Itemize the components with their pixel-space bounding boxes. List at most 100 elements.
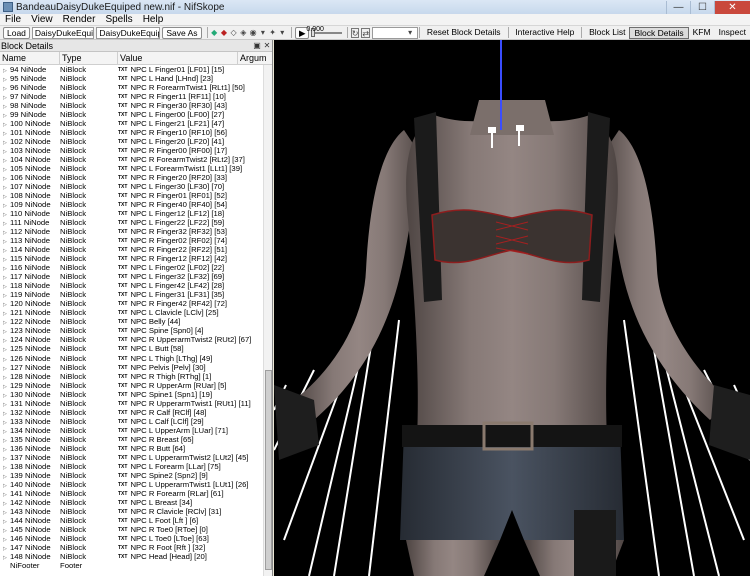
close-button[interactable]: ✕ [714,0,750,14]
vertical-scrollbar[interactable] [263,65,272,576]
expand-arrow-icon[interactable]: ▷ [3,437,10,444]
reset-block-details-button[interactable]: Reset Block Details [423,27,505,39]
expand-arrow-icon[interactable]: ▷ [3,229,10,236]
view-user-icon[interactable]: ◉ [249,28,257,38]
maximize-button[interactable]: ☐ [690,0,714,14]
expand-arrow-icon[interactable]: ▷ [3,193,10,200]
expand-arrow-icon[interactable]: ▷ [3,319,10,326]
table-row[interactable]: ▷ 94 NiNode NiBlock TXT NPC L Finger01 [LF01… [0,65,263,74]
table-row[interactable]: ▷ 99 NiNode NiBlock TXT NPC L Finger00 [LF00… [0,110,263,119]
view-top-icon[interactable]: ◆ [220,28,228,38]
table-row[interactable]: ▷ 129 NiNode NiBlock TXT NPC R UpperArm [RUa… [0,381,263,390]
table-row[interactable]: ▷ 125 NiNode NiBlock TXT NPC L Butt [58] [0,344,263,353]
expand-arrow-icon[interactable]: ▷ [3,67,10,74]
table-row[interactable]: ▷ 143 NiNode NiBlock TXT NPC R Clavicle [RCl… [0,507,263,516]
kfm-button[interactable]: KFM [689,27,715,39]
table-row[interactable]: ▷ 115 NiNode NiBlock TXT NPC R Finger12 [RF1… [0,254,263,263]
table-row[interactable]: ▷ 112 NiNode NiBlock TXT NPC R Finger32 [RF3… [0,227,263,236]
expand-arrow-icon[interactable]: ▷ [3,518,10,525]
table-row[interactable]: ▷ 146 NiNode NiBlock TXT NPC L Toe0 [LToe] [… [0,534,263,543]
menu-spells[interactable]: Spells [100,14,137,25]
expand-arrow-icon[interactable]: ▷ [3,247,10,254]
table-row[interactable]: ▷ 139 NiNode NiBlock TXT NPC Spine2 [Spn2] [… [0,471,263,480]
expand-arrow-icon[interactable]: ▷ [3,265,10,272]
expand-arrow-icon[interactable]: ▷ [3,365,10,372]
expand-arrow-icon[interactable]: ▷ [3,202,10,209]
table-row[interactable]: ▷ 101 NiNode NiBlock TXT NPC R Finger10 [RF1… [0,128,263,137]
expand-arrow-icon[interactable]: ▷ [3,256,10,263]
expand-arrow-icon[interactable]: ▷ [3,103,10,110]
table-row[interactable]: ▷ 113 NiNode NiBlock TXT NPC R Finger02 [RF0… [0,236,263,245]
table-row[interactable]: ▷ 98 NiNode NiBlock TXT NPC R Finger30 [RF30… [0,101,263,110]
column-header-value[interactable]: Value [118,52,238,64]
expand-arrow-icon[interactable]: ▷ [3,283,10,290]
table-row[interactable]: ▷ 147 NiNode NiBlock TXT NPC R Foot [Rft ] [… [0,543,263,552]
column-header-argument[interactable]: Argum [238,52,272,64]
table-row[interactable]: ▷ 103 NiNode NiBlock TXT NPC R Finger00 [RF0… [0,146,263,155]
expand-arrow-icon[interactable]: ▷ [3,184,10,191]
table-row[interactable]: ▷ 104 NiNode NiBlock TXT NPC R ForearmTwist2… [0,155,263,164]
expand-arrow-icon[interactable]: ▷ [3,509,10,516]
table-row[interactable]: ▷ 141 NiNode NiBlock TXT NPC R Forearm [RLar… [0,489,263,498]
load-file-field[interactable]: DaisyDukeEquiped new.nif [31,26,95,39]
expand-arrow-icon[interactable]: ▷ [3,310,10,317]
expand-arrow-icon[interactable]: ▷ [3,383,10,390]
table-row[interactable]: ▷ 96 NiNode NiBlock TXT NPC R ForearmTwist1 … [0,83,263,92]
table-row[interactable]: ▷ 137 NiNode NiBlock TXT NPC L UpperarmTwist… [0,453,263,462]
view-side-icon[interactable]: ◈ [240,28,248,38]
table-row[interactable]: ▷ 124 NiNode NiBlock TXT NPC R UpperarmTwist… [0,335,263,344]
expand-arrow-icon[interactable]: ▷ [3,76,10,83]
table-row[interactable]: ▷ 109 NiNode NiBlock TXT NPC R Finger40 [RF4… [0,200,263,209]
table-row[interactable]: ▷ 145 NiNode NiBlock TXT NPC R Toe0 [RToe] [… [0,525,263,534]
block-list-button[interactable]: Block List [585,27,629,39]
expand-arrow-icon[interactable]: ▷ [3,328,10,335]
expand-arrow-icon[interactable]: ▷ [3,482,10,489]
save-file-field[interactable]: DaisyDukeEquiped new.nif [96,26,161,39]
view-front-icon[interactable]: ◇ [230,28,238,38]
table-row[interactable]: ▷ 135 NiNode NiBlock TXT NPC R Breast [65] [0,435,263,444]
switch-icon[interactable]: ⇄ [361,27,371,38]
table-row[interactable]: ▷ 111 NiNode NiBlock TXT NPC L Finger22 [LF2… [0,218,263,227]
expand-arrow-icon[interactable]: ▷ [3,392,10,399]
table-row[interactable]: ▷ 128 NiNode NiBlock TXT NPC R Thigh [RThg] … [0,372,263,381]
expand-arrow-icon[interactable]: ▷ [3,356,10,363]
table-row[interactable]: ▷ 127 NiNode NiBlock TXT NPC Pelvis [Pelv] [… [0,363,263,372]
loop-icon[interactable]: ↻ [350,27,360,38]
expand-arrow-icon[interactable]: ▷ [3,491,10,498]
table-row[interactable]: ▷ 132 NiNode NiBlock TXT NPC R Calf [RClf] [… [0,408,263,417]
interactive-help-button[interactable]: Interactive Help [511,27,578,39]
menu-render[interactable]: Render [58,14,101,25]
expand-arrow-icon[interactable]: ▷ [3,112,10,119]
load-button[interactable]: Load [3,26,30,39]
render-viewport[interactable] [274,40,750,576]
column-header-name[interactable]: Name [0,52,60,64]
column-header-type[interactable]: Type [60,52,118,64]
table-row[interactable]: ▷ 107 NiNode NiBlock TXT NPC L Finger30 [LF3… [0,182,263,191]
table-row[interactable]: ▷ 131 NiNode NiBlock TXT NPC R UpperarmTwist… [0,399,263,408]
table-row[interactable]: ▷ 95 NiNode NiBlock TXT NPC L Hand [LHnd] [2… [0,74,263,83]
expand-arrow-icon[interactable]: ▷ [3,166,10,173]
save-as-button[interactable]: Save As [162,26,202,39]
table-row[interactable]: ▷ 110 NiNode NiBlock TXT NPC L Finger12 [LF1… [0,209,263,218]
table-row[interactable]: ▷ 118 NiNode NiBlock TXT NPC L Finger42 [LF4… [0,281,263,290]
table-row[interactable]: ▷ 121 NiNode NiBlock TXT NPC L Clavicle [LCl… [0,308,263,317]
expand-arrow-icon[interactable]: ▷ [3,527,10,534]
expand-arrow-icon[interactable]: ▷ [3,473,10,480]
table-row[interactable]: ▷ 148 NiNode NiBlock TXT NPC Head [Head] [20… [0,552,263,561]
expand-arrow-icon[interactable]: ▷ [3,401,10,408]
chevron-down-icon[interactable]: ▾ [259,28,267,38]
table-row[interactable]: ▷ 126 NiNode NiBlock TXT NPC L Thigh [LThg] … [0,354,263,363]
expand-arrow-icon[interactable]: ▷ [3,337,10,344]
menu-view[interactable]: View [26,14,58,25]
expand-arrow-icon[interactable]: ▷ [3,419,10,426]
menu-file[interactable]: File [0,14,26,25]
minimize-button[interactable]: — [666,0,690,14]
table-row[interactable]: ▷ 100 NiNode NiBlock TXT NPC L Finger21 [LF2… [0,119,263,128]
expand-arrow-icon[interactable]: ▷ [3,130,10,137]
table-row[interactable]: ▷ 116 NiNode NiBlock TXT NPC L Finger02 [LF0… [0,263,263,272]
expand-arrow-icon[interactable]: ▷ [3,121,10,128]
expand-arrow-icon[interactable]: ▷ [3,464,10,471]
chevron-down-icon[interactable]: ▾ [406,28,414,38]
table-row[interactable]: ▷ 102 NiNode NiBlock TXT NPC L Finger20 [LF2… [0,137,263,146]
expand-arrow-icon[interactable]: ▷ [3,94,10,101]
